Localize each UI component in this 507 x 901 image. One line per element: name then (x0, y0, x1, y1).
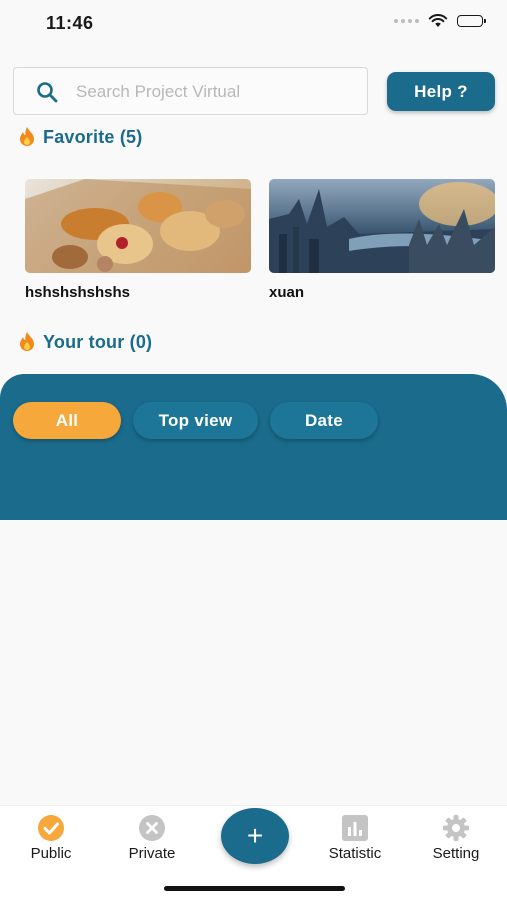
filter-chip-all[interactable]: All (13, 402, 121, 439)
favorite-card[interactable]: xuan (269, 179, 495, 301)
filter-chip-date[interactable]: Date (270, 402, 378, 439)
add-tour-button[interactable]: + (221, 808, 289, 864)
favorite-item-name: xuan (269, 284, 305, 301)
favorite-title: Favorite (5) (43, 126, 143, 147)
flame-icon (20, 332, 34, 351)
tab-private[interactable]: Private (107, 814, 197, 862)
filter-chip-top-view[interactable]: Top view (133, 402, 258, 439)
filter-panel (0, 374, 507, 520)
tour-heading: Your tour (0) (16, 331, 152, 353)
tab-statistic[interactable]: Statistic (310, 814, 400, 862)
tab-setting[interactable]: Setting (411, 814, 501, 862)
battery-icon (457, 15, 486, 27)
tab-public[interactable]: Public (6, 814, 96, 862)
favorite-card[interactable]: hshshshshshs (25, 179, 251, 301)
city-photo (269, 179, 495, 273)
check-circle-icon (38, 815, 64, 841)
tour-title: Your tour (0) (43, 331, 153, 352)
flame-icon (20, 127, 34, 146)
gear-icon (443, 815, 469, 841)
pastry-photo (25, 179, 251, 273)
status-time: 11:46 (46, 13, 94, 33)
help-button[interactable]: Help ? (387, 72, 495, 111)
status-icons (394, 14, 486, 28)
search-input[interactable] (74, 76, 358, 108)
tab-label: Statistic (328, 845, 382, 862)
search-icon (37, 82, 58, 103)
x-circle-icon (139, 815, 165, 841)
status-bar: 11:46 (0, 0, 507, 48)
tab-label: Private (128, 845, 176, 862)
favorite-heading: Favorite (5) (16, 126, 142, 148)
bar-chart-icon (342, 815, 368, 841)
home-indicator (164, 886, 345, 891)
tab-label: Setting (432, 845, 480, 862)
signal-dots-icon (394, 19, 419, 23)
wifi-icon (428, 14, 448, 27)
favorite-item-name: hshshshshshs (25, 284, 131, 301)
tab-label: Public (30, 845, 72, 862)
search-box[interactable] (13, 67, 368, 115)
